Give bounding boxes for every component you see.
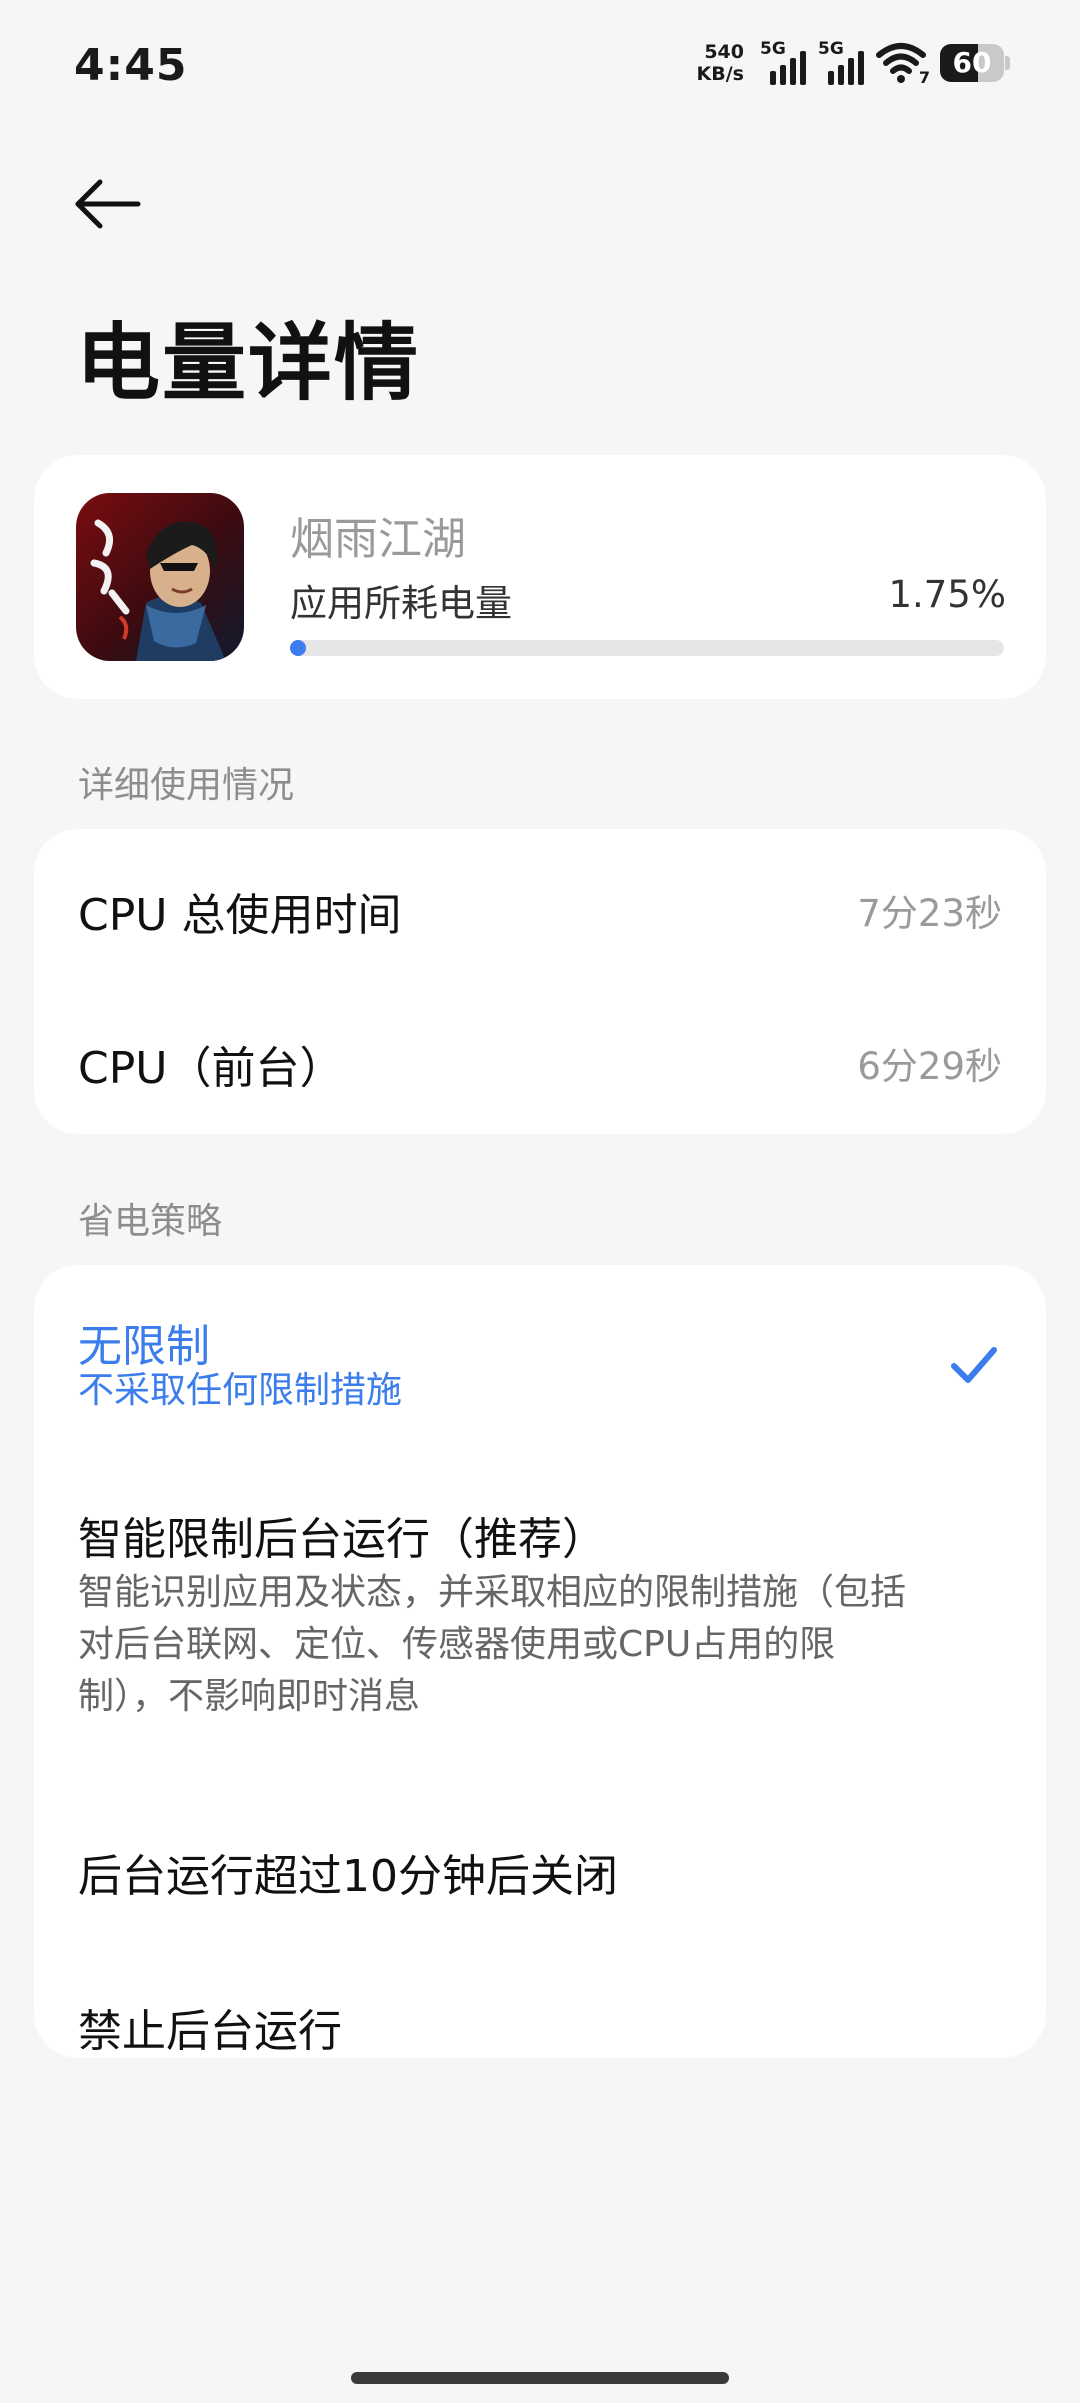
policy-option-close-after-10min[interactable]: 后台运行超过10分钟后关闭: [34, 1790, 1046, 1945]
app-usage-card: 烟雨江湖 应用所耗电量 1.75%: [34, 455, 1046, 699]
status-time: 4:45: [74, 40, 188, 91]
back-button[interactable]: [66, 164, 146, 244]
usage-percentage: 1.75%: [888, 573, 1006, 616]
signal-sim2-icon: 5G: [818, 39, 866, 87]
signal-sim1-icon: 5G: [760, 39, 808, 87]
cpu-foreground-row: CPU（前台） 6分29秒: [34, 982, 1046, 1134]
status-bar: 4:45 540 KB/s 5G 5G 7 60: [0, 0, 1080, 130]
arrow-left-icon: [75, 179, 141, 229]
app-name: 烟雨江湖: [290, 514, 466, 565]
page-title: 电量详情: [76, 314, 421, 412]
policy-option-unrestricted[interactable]: 无限制 不采取任何限制措施: [34, 1265, 1046, 1465]
network-speed-value: 540: [704, 41, 744, 63]
policy-option-smart-restrict[interactable]: 智能限制后台运行（推荐） 智能识别应用及状态，并采取相应的限制措施（包括对后台联…: [34, 1465, 1046, 1790]
app-icon: [76, 493, 244, 661]
policy-option-title: 智能限制后台运行（推荐）: [78, 1514, 606, 1565]
network-speed-unit: KB/s: [696, 63, 744, 85]
policy-option-subtitle: 智能识别应用及状态，并采取相应的限制措施（包括对后台联网、定位、传感器使用或CP…: [78, 1572, 907, 1717]
cpu-foreground-label: CPU（前台）: [78, 1043, 344, 1094]
home-indicator[interactable]: [351, 2372, 729, 2384]
usage-progress-bar: [290, 640, 1004, 656]
wifi-standard-tag: 7: [918, 68, 930, 87]
details-card: CPU 总使用时间 7分23秒 CPU（前台） 6分29秒: [34, 829, 1046, 1134]
wifi-icon: 7: [876, 39, 930, 87]
policy-section-title: 省电策略: [78, 1201, 223, 1242]
battery-details-screen: 4:45 540 KB/s 5G 5G 7 60 电量详情 烟雨江湖 应用所耗电…: [0, 0, 1080, 2403]
policy-option-title: 后台运行超过10分钟后关闭: [78, 1851, 618, 1902]
network-speed: 540 KB/s: [697, 41, 744, 85]
usage-label: 应用所耗电量: [290, 582, 512, 625]
status-icons: 540 KB/s 5G 5G 7 60: [697, 38, 1010, 88]
cpu-total-value: 7分23秒: [857, 892, 1002, 935]
battery-icon: 60: [940, 44, 1010, 82]
power-policy-card: 无限制 不采取任何限制措施 智能限制后台运行（推荐） 智能识别应用及状态，并采取…: [34, 1265, 1046, 2058]
usage-progress-fill: [290, 640, 306, 656]
cpu-foreground-value: 6分29秒: [857, 1045, 1002, 1088]
policy-option-title: 禁止后台运行: [78, 2006, 342, 2057]
policy-option-block-background[interactable]: 禁止后台运行: [34, 1945, 1046, 2058]
checkmark-icon: [951, 1347, 997, 1383]
details-section-title: 详细使用情况: [78, 765, 295, 806]
policy-option-subtitle: 不采取任何限制措施: [78, 1370, 403, 1411]
battery-level: 60: [952, 46, 992, 79]
cpu-total-label: CPU 总使用时间: [78, 890, 402, 941]
cpu-total-row: CPU 总使用时间 7分23秒: [34, 829, 1046, 981]
